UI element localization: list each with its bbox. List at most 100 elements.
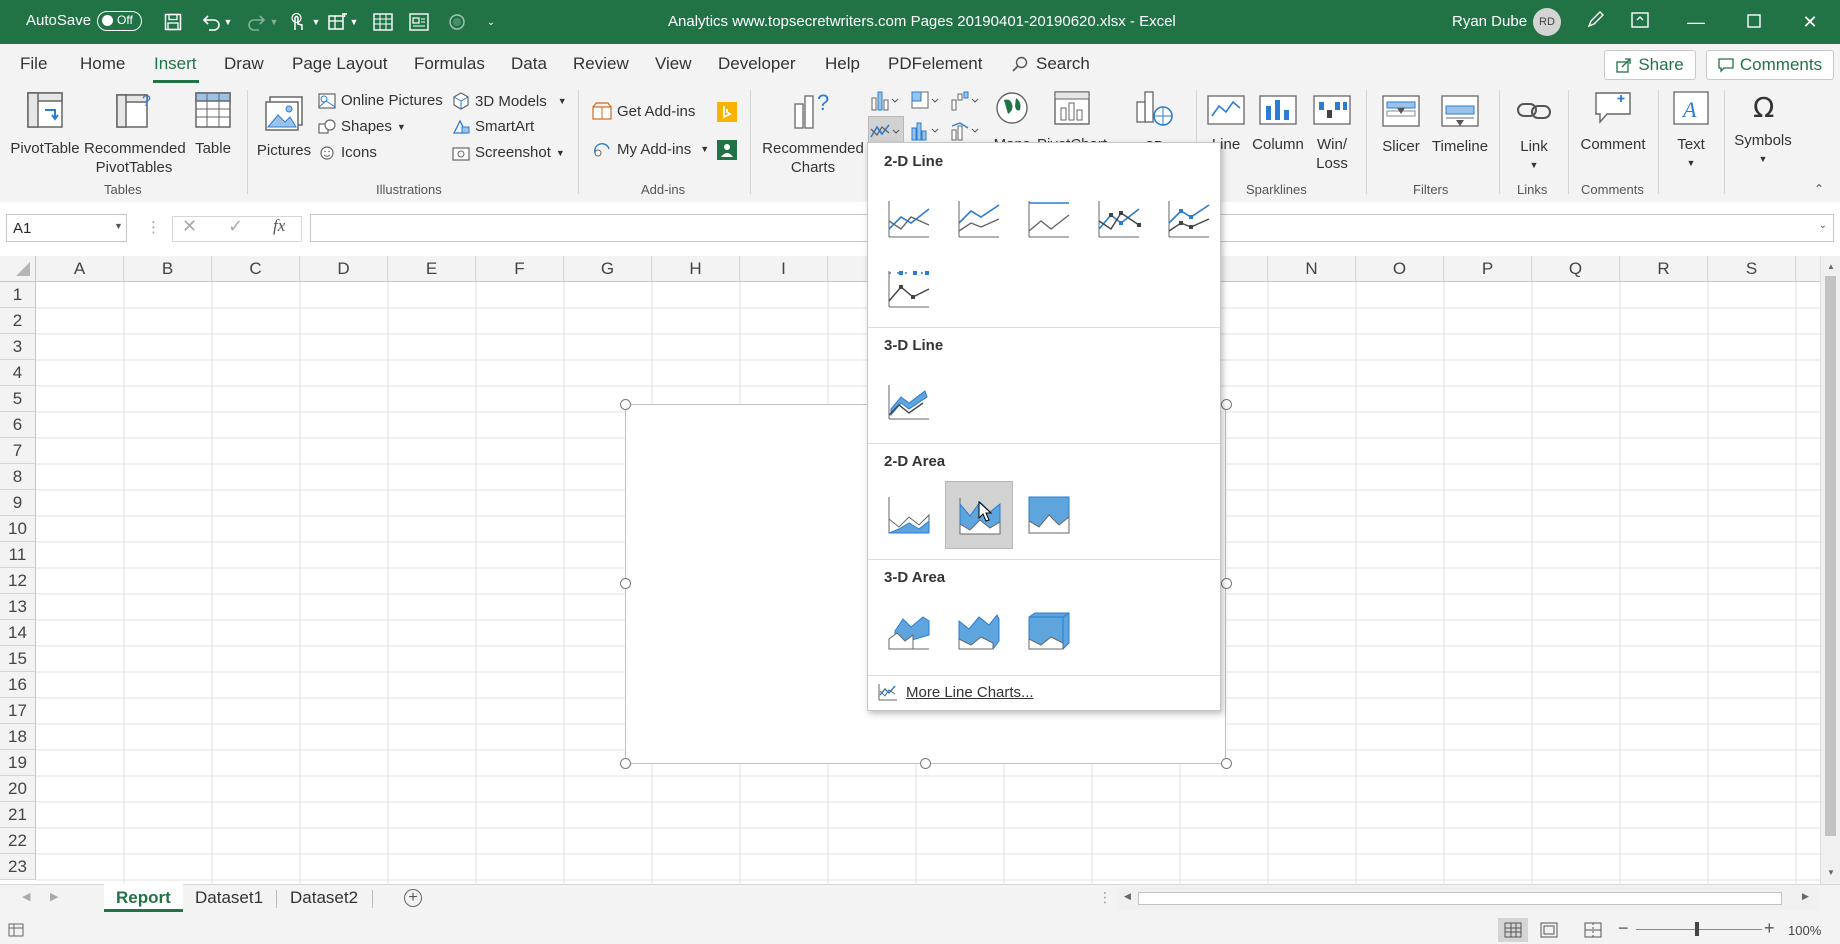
zoom-slider-track[interactable] [1636,929,1762,930]
redo-icon[interactable] [244,9,270,35]
comment-button[interactable]: Comment [1576,90,1650,154]
expand-formula-icon[interactable]: ⌄ [1819,220,1827,231]
row-header[interactable]: 9 [0,490,36,516]
table-button[interactable]: Table [188,90,238,158]
row-header[interactable]: 8 [0,464,36,490]
zoom-slider-thumb[interactable] [1695,922,1699,936]
page-break-view-button[interactable] [1584,922,1602,941]
sheet-tab-report[interactable]: Report [104,884,183,912]
form-icon[interactable] [326,9,350,35]
column-header[interactable]: S [1708,256,1796,282]
horizontal-scrollbar[interactable]: ◀ ▶ [1118,886,1818,910]
screenshot-button[interactable]: Screenshot ▼ [452,144,565,161]
tab-view[interactable]: View [655,54,692,74]
row-header[interactable]: 5 [0,386,36,412]
chart-option-100-stacked-line[interactable] [1015,185,1083,253]
redo-dropdown-icon[interactable]: ▼ [268,9,280,35]
prev-sheet-icon[interactable]: ◀ [22,890,30,903]
row-header[interactable]: 6 [0,412,36,438]
row-header[interactable]: 17 [0,698,36,724]
slicer-button[interactable]: Slicer [1376,94,1426,156]
recommended-charts-button[interactable]: ? Recommended Charts [762,90,864,177]
avatar[interactable]: RD [1533,8,1561,36]
column-header[interactable]: N [1268,256,1356,282]
zoom-level[interactable]: 100% [1788,923,1821,938]
chart-option-3d-100-stacked-area[interactable] [1015,597,1083,665]
chart-option-stacked-line[interactable] [945,185,1013,253]
vertical-scrollbar[interactable]: ▲ ▼ [1820,256,1840,884]
tab-split-grip-icon[interactable]: ⋮ [1098,889,1112,906]
chart-option-100-stacked-line-markers[interactable] [875,255,943,323]
zoom-in-button[interactable]: + [1764,918,1775,939]
smartart-button[interactable]: SmartArt [452,118,534,135]
next-sheet-icon[interactable]: ▶ [50,890,58,903]
record-icon[interactable] [444,9,470,35]
tab-formulas[interactable]: Formulas [414,54,485,74]
resize-handle[interactable] [620,758,631,769]
more-line-charts-link[interactable]: More Line Charts... [878,683,1034,701]
column-header[interactable]: G [564,256,652,282]
people-graph-icon[interactable] [717,140,737,160]
customize-qat-icon[interactable]: ⌄ [484,9,498,35]
tab-home[interactable]: Home [80,54,125,74]
name-box-dropdown-icon[interactable]: ▼ [114,221,123,231]
resize-handle[interactable] [620,578,631,589]
link-button[interactable]: Link ▼ [1510,94,1558,175]
resize-handle[interactable] [1221,578,1232,589]
column-header[interactable]: B [124,256,212,282]
share-button[interactable]: Share [1604,50,1696,80]
tab-insert[interactable]: Insert [154,54,197,74]
pen-icon[interactable] [1576,8,1616,36]
zoom-out-button[interactable]: − [1618,918,1629,939]
autosave-toggle[interactable]: Off [97,11,142,31]
online-pictures-button[interactable]: Online Pictures [318,92,443,109]
chart-option-3d-line[interactable] [875,367,943,435]
recommended-pivottables-button[interactable]: ? Recommended PivotTables [84,90,186,177]
row-header[interactable]: 16 [0,672,36,698]
scroll-up-icon[interactable]: ▲ [1827,262,1835,271]
minimize-icon[interactable]: — [1676,8,1716,36]
user-name[interactable]: Ryan Dube [1452,13,1527,30]
column-header[interactable]: E [388,256,476,282]
row-header[interactable]: 18 [0,724,36,750]
icons-button[interactable]: Icons [318,144,377,161]
chart-option-stacked-line-markers[interactable] [1155,185,1223,253]
symbols-button[interactable]: Ω Symbols ▼ [1730,90,1796,169]
chart-option-area[interactable] [875,481,943,549]
vertical-scroll-thumb[interactable] [1825,276,1836,836]
collapse-ribbon-icon[interactable]: ⌃ [1814,182,1824,196]
combo-chart-dropdown[interactable] [950,120,980,144]
chart-option-line[interactable] [875,185,943,253]
row-header[interactable]: 19 [0,750,36,776]
tab-file[interactable]: File [20,54,47,74]
cancel-icon[interactable]: ✕ [182,216,197,237]
tab-pdfelement[interactable]: PDFelement [888,54,982,74]
sheet-tab-dataset2[interactable]: Dataset2 [278,884,370,912]
column-header[interactable]: A [36,256,124,282]
row-header[interactable]: 15 [0,646,36,672]
resize-handle[interactable] [620,399,631,410]
pivottable-button[interactable]: PivotTable [8,90,82,158]
chart-option-line-markers[interactable] [1085,185,1153,253]
column-header[interactable]: C [212,256,300,282]
sheet-tab-dataset1[interactable]: Dataset1 [183,884,275,912]
macro-record-icon[interactable] [8,923,24,937]
row-header[interactable]: 10 [0,516,36,542]
tab-review[interactable]: Review [573,54,629,74]
scroll-right-icon[interactable]: ▶ [1802,891,1809,902]
tab-data[interactable]: Data [511,54,547,74]
row-header[interactable]: 2 [0,308,36,334]
undo-icon[interactable] [198,9,224,35]
row-header[interactable]: 1 [0,282,36,308]
chart-option-100-stacked-area[interactable] [1015,481,1083,549]
resize-handle[interactable] [920,758,931,769]
maximize-icon[interactable] [1734,8,1774,36]
scroll-down-icon[interactable]: ▼ [1827,868,1835,877]
page-layout-view-button[interactable] [1540,922,1558,941]
column-header[interactable]: Q [1532,256,1620,282]
touch-mode-icon[interactable] [284,9,310,35]
undo-dropdown-icon[interactable]: ▼ [222,9,234,35]
row-header[interactable]: 13 [0,594,36,620]
resize-handle[interactable] [1221,758,1232,769]
insert-function-icon[interactable]: fx [273,216,285,236]
